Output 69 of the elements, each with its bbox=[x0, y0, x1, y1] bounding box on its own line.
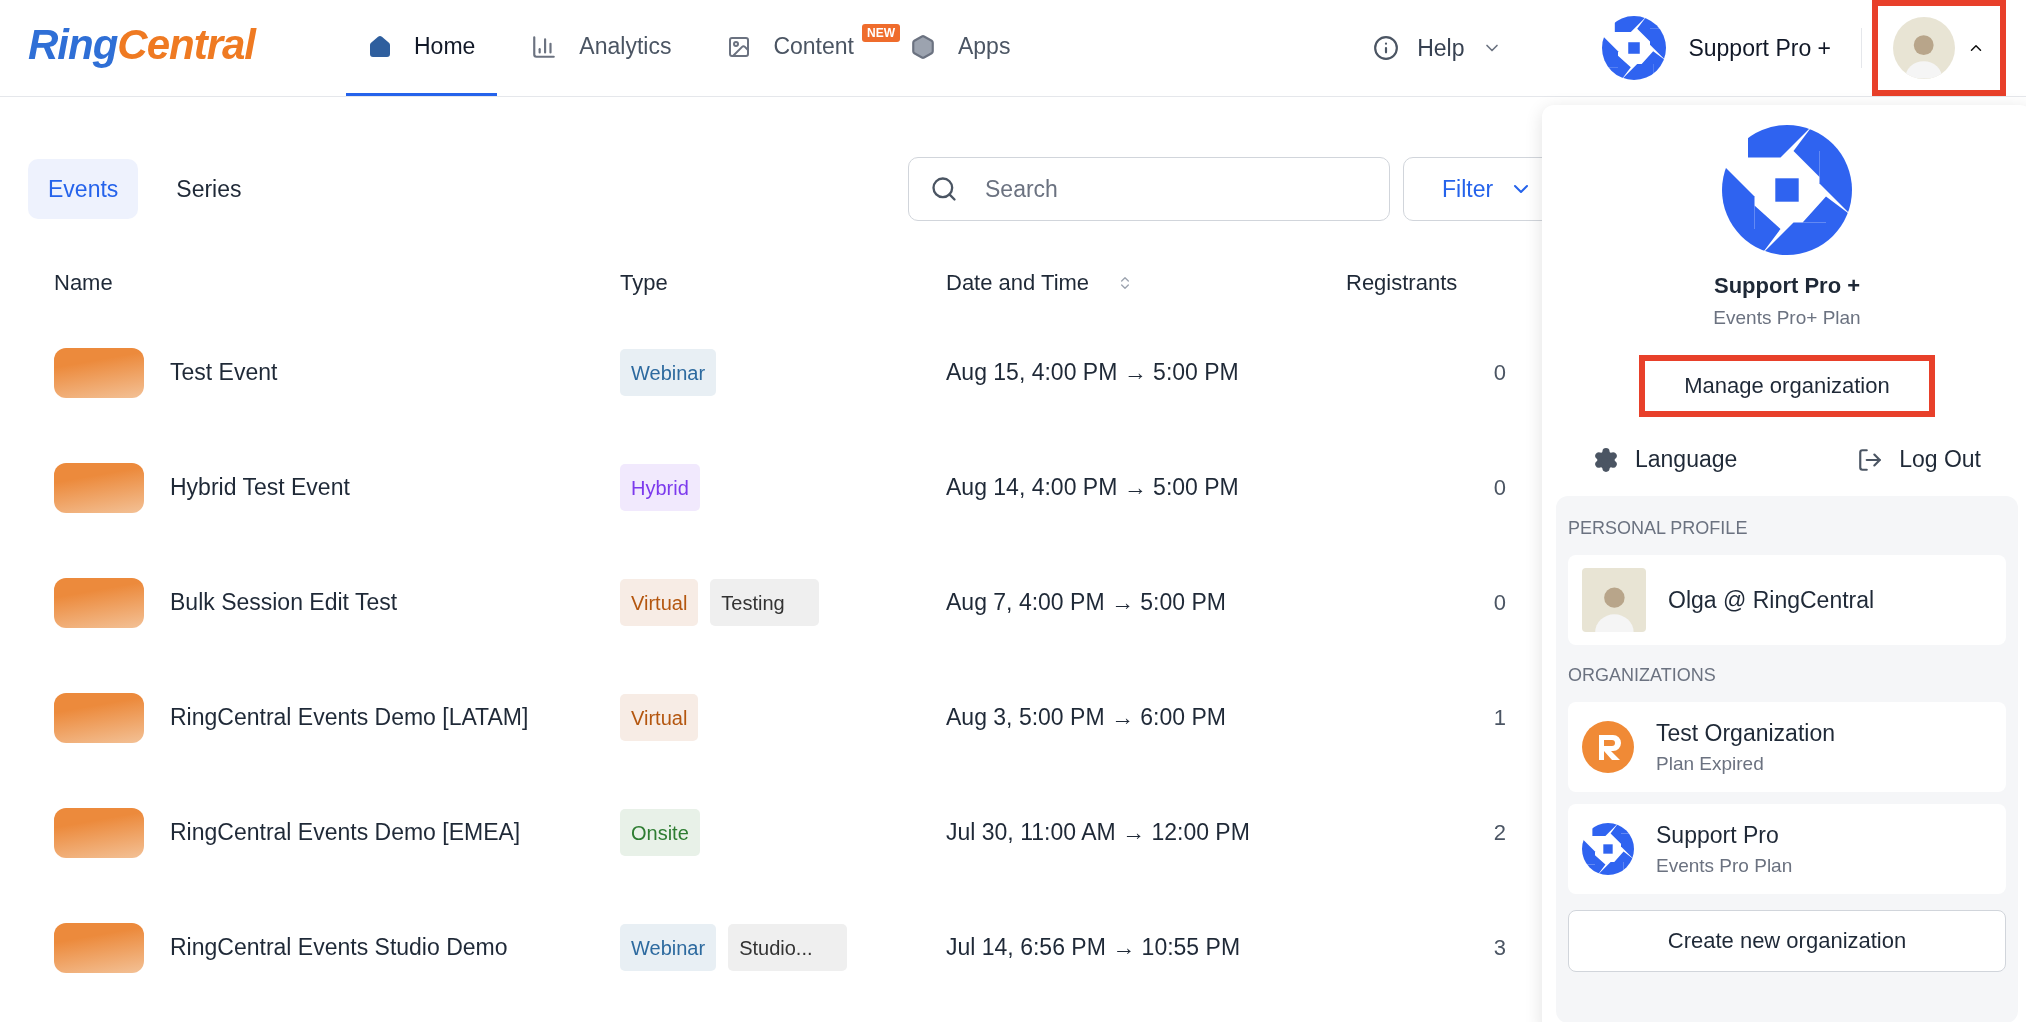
help-button[interactable]: Help bbox=[1353, 34, 1523, 62]
hexagon-icon bbox=[909, 33, 936, 60]
registrant-count: 0 bbox=[1493, 474, 1506, 501]
pinwheel-logo-icon bbox=[1582, 823, 1634, 875]
view-tab[interactable]: Events bbox=[28, 159, 139, 219]
org-switcher-button[interactable]: Support Pro + bbox=[1572, 16, 1861, 80]
organization-plan: Plan Expired bbox=[1656, 752, 1765, 775]
registrant-count: 2 bbox=[1493, 819, 1506, 846]
event-tag: Webinar bbox=[620, 349, 717, 396]
menu-action[interactable]: Log Out bbox=[1851, 445, 1987, 474]
nav-tab[interactable]: Analytics bbox=[509, 0, 694, 96]
plan-name: Events Pro+ Plan bbox=[1713, 307, 1861, 329]
view-tab[interactable]: Series bbox=[156, 159, 262, 219]
event-date: Aug 14, 4:00 PM → 5:00 PM bbox=[946, 474, 1240, 501]
org-name: Support Pro + bbox=[1713, 273, 1861, 299]
manage-organization-button[interactable]: Manage organization bbox=[1639, 355, 1935, 417]
organization-name: Test Organization bbox=[1656, 719, 1835, 747]
section-heading: ORGANIZATIONS bbox=[1568, 665, 1717, 686]
event-name[interactable]: RingCentral Events Studio Demo bbox=[170, 934, 508, 961]
event-date: Jul 14, 6:56 PM → 10:55 PM bbox=[946, 934, 1242, 961]
event-name[interactable]: Test Event bbox=[170, 359, 278, 386]
logout-icon bbox=[1857, 446, 1884, 473]
new-badge: NEW bbox=[861, 24, 900, 42]
pinwheel-logo-icon bbox=[1722, 125, 1852, 255]
organization-card[interactable]: Test Organization Plan Expired bbox=[1568, 702, 2006, 792]
info-icon bbox=[1373, 35, 1400, 61]
letter-logo-icon bbox=[1582, 721, 1634, 773]
pinwheel-logo-icon bbox=[1602, 16, 1667, 80]
organization-plan: Events Pro Plan bbox=[1656, 854, 1793, 877]
event-date: Jul 30, 11:00 AM → 12:00 PM bbox=[946, 819, 1251, 846]
event-date: Aug 15, 4:00 PM → 5:00 PM bbox=[946, 359, 1240, 386]
registrant-count: 0 bbox=[1493, 589, 1506, 616]
event-date: Aug 7, 4:00 PM → 5:00 PM bbox=[946, 589, 1227, 616]
registrant-count: 3 bbox=[1493, 934, 1506, 961]
registrant-count: 1 bbox=[1493, 704, 1506, 731]
home-icon bbox=[368, 34, 392, 59]
image-icon bbox=[727, 34, 752, 59]
search-icon bbox=[930, 175, 958, 203]
registrant-count: 0 bbox=[1493, 359, 1506, 386]
create-organization-button[interactable]: Create new organization bbox=[1568, 910, 2006, 972]
nav-tab[interactable]: Home bbox=[346, 0, 498, 96]
avatar-silhouette bbox=[1582, 568, 1646, 632]
event-date: Aug 3, 5:00 PM → 6:00 PM bbox=[946, 704, 1227, 731]
event-tag: Studio... bbox=[728, 924, 847, 971]
account-button[interactable] bbox=[1872, 0, 2006, 96]
event-tag: Onsite bbox=[620, 809, 700, 856]
event-tag: Virtual bbox=[620, 579, 699, 626]
event-tag: Webinar bbox=[620, 924, 717, 971]
event-tag: Virtual bbox=[620, 694, 699, 741]
column-header: Registrants bbox=[1346, 270, 1458, 296]
organization-card[interactable]: Support Pro Events Pro Plan bbox=[1568, 804, 2006, 894]
search-field[interactable]: Search bbox=[908, 157, 1390, 221]
column-header: Name bbox=[54, 270, 113, 296]
event-name[interactable]: RingCentral Events Demo [LATAM] bbox=[170, 704, 529, 731]
menu-action[interactable]: Language bbox=[1587, 445, 1744, 474]
event-tag: Testing bbox=[710, 579, 819, 626]
section-heading: PERSONAL PROFILE bbox=[1568, 518, 1749, 539]
settings-icon bbox=[1593, 446, 1619, 473]
event-name[interactable]: RingCentral Events Demo [EMEA] bbox=[170, 819, 521, 846]
column-header: Date and Time bbox=[946, 270, 1090, 296]
profile-card[interactable]: Olga @ RingCentral bbox=[1568, 555, 2006, 645]
brand-logo[interactable]: RingCentral bbox=[28, 21, 278, 69]
event-tag: Hybrid bbox=[620, 464, 700, 511]
event-name[interactable]: Hybrid Test Event bbox=[170, 474, 350, 501]
bar-chart-icon bbox=[531, 33, 558, 60]
organization-name: Support Pro bbox=[1656, 821, 1780, 849]
event-name[interactable]: Bulk Session Edit Test bbox=[170, 589, 398, 616]
profile-name: Olga @ RingCentral bbox=[1668, 586, 1875, 614]
column-header: Type bbox=[620, 270, 668, 296]
